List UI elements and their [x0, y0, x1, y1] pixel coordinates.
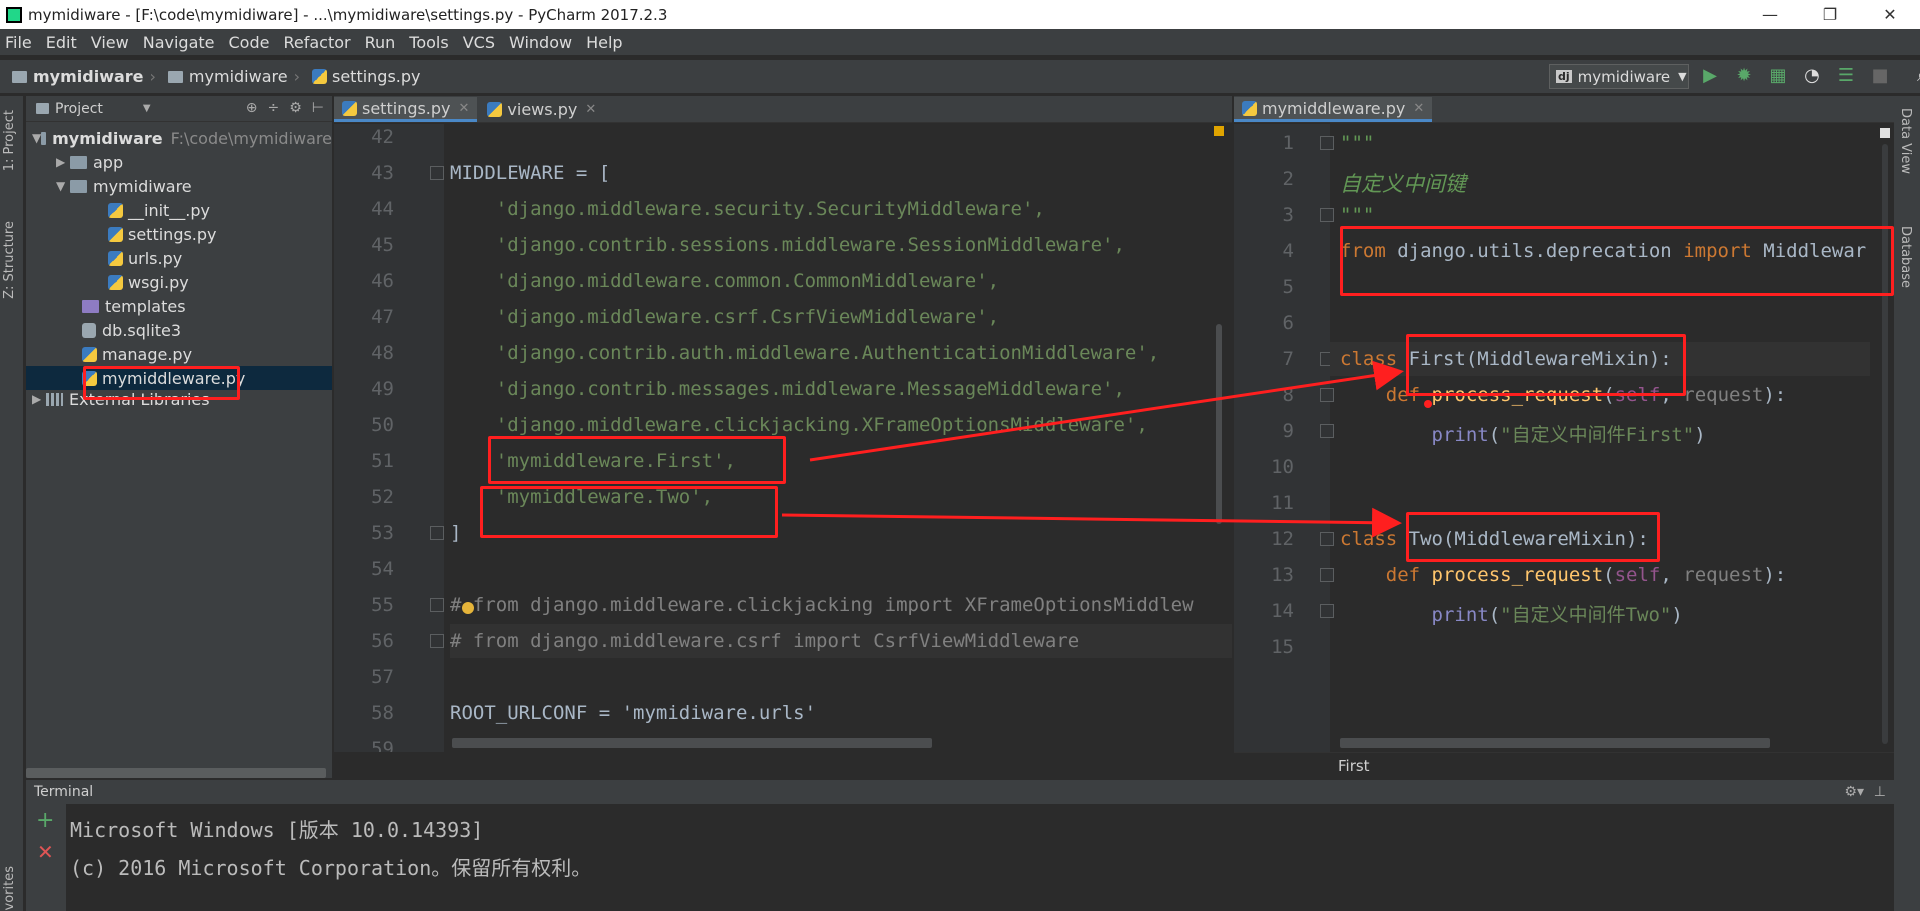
editor-breadcrumb[interactable]: First [1234, 752, 1894, 778]
terminal-title[interactable]: Terminal [34, 784, 93, 800]
arrow-to-two-class [781, 507, 1402, 538]
close-session-icon[interactable]: ✕ [37, 840, 54, 864]
tab-data-view[interactable]: Data View [1898, 108, 1913, 174]
terminal-line: Microsoft Windows [版本 10.0.14393] [70, 818, 484, 842]
arrow-to-first-class [809, 360, 1404, 462]
new-session-icon[interactable]: + [36, 808, 54, 833]
terminal-line: (c) 2016 Microsoft Corporation。保留所有权利。 [70, 856, 592, 880]
gear-icon[interactable]: ⚙▾ [1844, 780, 1864, 804]
hide-icon[interactable]: ⊥ [1874, 780, 1886, 804]
terminal-header: Terminal ⚙▾ ⊥ [26, 780, 1894, 804]
tab-database[interactable]: Database [1898, 226, 1913, 288]
right-tool-strip: Data View Database [1894, 96, 1920, 911]
terminal-sidebar: + ✕ [26, 804, 66, 911]
terminal-panel[interactable]: + ✕ Microsoft Windows [版本 10.0.14393] (c… [26, 804, 1894, 911]
